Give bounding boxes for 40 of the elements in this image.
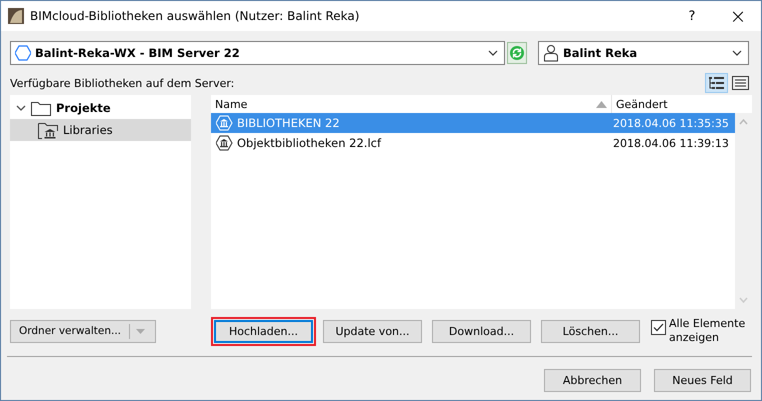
column-header[interactable]: Geändert: [612, 95, 752, 113]
sort-ascending-icon: [596, 100, 607, 108]
action-button[interactable]: Löschen...: [541, 320, 640, 342]
list-view-button[interactable]: [729, 73, 752, 93]
scroll-down-icon: [739, 297, 748, 303]
list-label: Verfügbare Bibliotheken auf dem Server:: [10, 76, 234, 90]
caret-icon: [136, 328, 146, 334]
caret-icon: [732, 50, 742, 56]
show-all-checkbox[interactable]: [651, 320, 666, 335]
tree-view-icon: [708, 75, 725, 91]
app-logo-icon: [8, 8, 24, 24]
help-button[interactable]: ?: [669, 1, 715, 31]
manage-folders-button[interactable]: Ordner verwalten...: [10, 320, 156, 342]
dialog-button[interactable]: Neues Feld: [654, 369, 751, 392]
checkmark-icon: [653, 323, 664, 332]
dialog-button[interactable]: Abbrechen: [544, 369, 641, 392]
library-icon: [216, 115, 233, 131]
tree-view-button[interactable]: [705, 73, 728, 93]
chevron-down-icon: [16, 103, 26, 113]
server-dropdown[interactable]: Balint-Reka-WX - BIM Server 22: [10, 40, 505, 64]
hexagon-icon: [15, 44, 31, 60]
show-all-label: Alle Elemente anzeigen: [669, 317, 746, 345]
action-button[interactable]: Download...: [432, 320, 531, 342]
action-button[interactable]: Hochladen...: [214, 320, 313, 342]
tree-item[interactable]: Projekte: [10, 97, 191, 119]
refresh-icon: [509, 44, 525, 60]
action-button[interactable]: Update von...: [323, 320, 422, 342]
caret-icon: [488, 50, 498, 56]
library-folder-icon: [38, 121, 58, 139]
tree-item[interactable]: Libraries: [10, 119, 191, 141]
library-icon: [216, 135, 233, 151]
folder-icon: [31, 100, 51, 116]
close-button[interactable]: ×: [715, 1, 761, 31]
refresh-button[interactable]: [507, 42, 527, 64]
file-row[interactable]: Objektbibliotheken 22.lcf 2018.04.06 11:39:13: [211, 133, 735, 153]
user-dropdown[interactable]: Balint Reka: [538, 40, 749, 64]
window-title: BIMcloud-Bibliotheken auswählen (Nutzer: Balint Reka): [30, 9, 360, 23]
list-view-icon: [732, 75, 749, 91]
person-icon: [543, 44, 559, 62]
scroll-up-icon: [739, 119, 748, 125]
